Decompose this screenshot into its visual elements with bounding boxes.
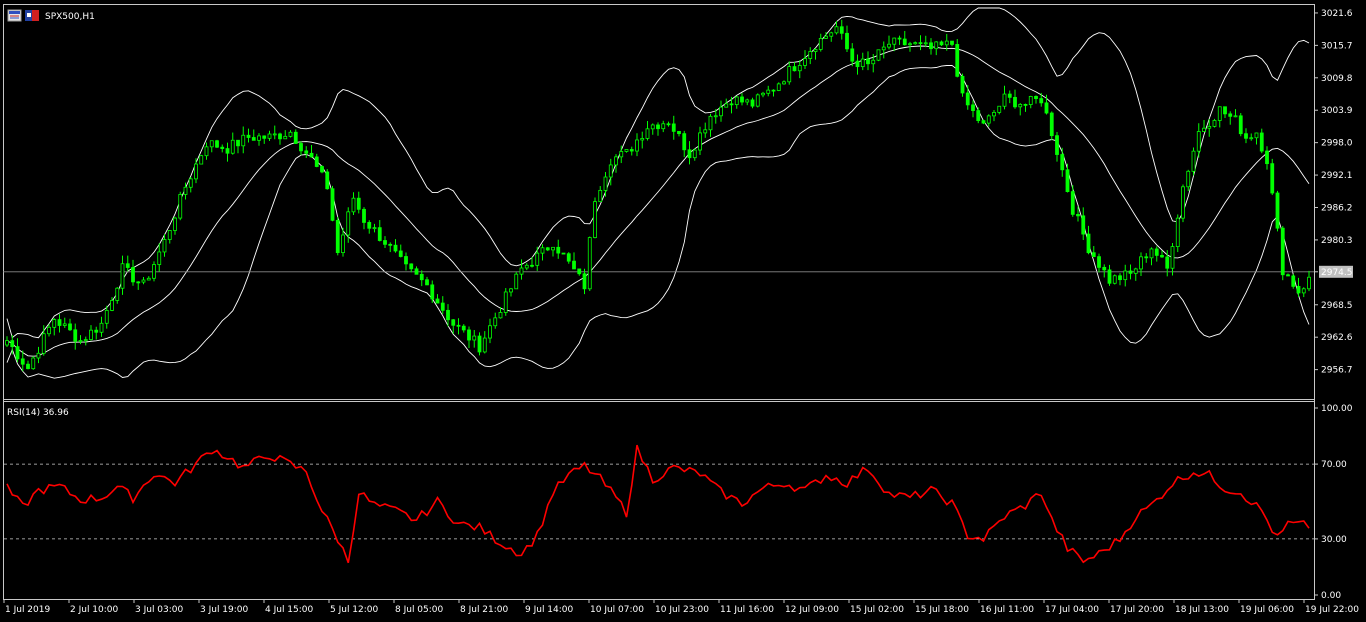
candle [199, 154, 204, 165]
price-tick-label: 2986.2 [1321, 203, 1353, 213]
price-tick-label: 2956.7 [1321, 366, 1353, 376]
candle [561, 252, 566, 255]
time-tick-label: 16 Jul 11:00 [980, 605, 1034, 615]
time-tick-label: 18 Jul 13:00 [1175, 605, 1229, 615]
price-tick-label: 3003.9 [1321, 106, 1353, 116]
time-tick-label: 4 Jul 15:00 [265, 605, 314, 615]
symbol-label: SPX500,H1 [45, 12, 95, 22]
price-tick-label: 2992.1 [1321, 171, 1353, 181]
candle [1049, 111, 1054, 141]
candle [960, 73, 965, 97]
time-tick-label: 17 Jul 20:00 [1110, 605, 1164, 615]
candle [325, 169, 330, 190]
candle [876, 49, 881, 62]
rsi-tick-label: 0.00 [1321, 591, 1341, 601]
price-tick-label: 2962.6 [1321, 333, 1353, 343]
time-tick-label: 19 Jul 06:00 [1240, 605, 1294, 615]
time-tick-label: 5 Jul 12:00 [330, 605, 379, 615]
time-tick-label: 10 Jul 23:00 [655, 605, 709, 615]
candle [503, 288, 508, 316]
candle [1270, 158, 1275, 196]
time-tick-label: 19 Jul 22:00 [1305, 605, 1359, 615]
symbol-flag-icon[interactable] [25, 10, 39, 21]
candle [1280, 225, 1285, 281]
time-tick-label: 15 Jul 18:00 [915, 605, 969, 615]
time-tick-label: 3 Jul 19:00 [200, 605, 249, 615]
candle [1291, 274, 1296, 289]
candle [335, 216, 340, 256]
candle [1212, 118, 1217, 128]
time-tick-label: 8 Jul 05:00 [395, 605, 444, 615]
trading-chart[interactable]: SPX500,H1 RSI(14) 36.96 3021.6 3015.7 3009… [0, 0, 1366, 622]
price-tick-label: 3015.7 [1321, 41, 1353, 51]
rsi-tick-label: 30.00 [1321, 535, 1347, 545]
candle [1275, 190, 1280, 232]
time-tick-label: 2 Jul 10:00 [70, 605, 119, 615]
price-tick-label: 2980.3 [1321, 236, 1353, 246]
time-tick-label: 12 Jul 09:00 [785, 605, 839, 615]
time-tick-label: 15 Jul 02:00 [850, 605, 904, 615]
candle [1238, 113, 1243, 137]
candle [776, 82, 781, 92]
candle [755, 93, 760, 108]
candle [587, 236, 592, 292]
time-tick-label: 17 Jul 04:00 [1045, 605, 1099, 615]
price-tick-label: 3021.6 [1321, 9, 1353, 19]
candle [320, 165, 324, 174]
candle [215, 139, 219, 148]
candle [152, 261, 156, 282]
price-tick-label: 2998.0 [1321, 139, 1353, 149]
candle [593, 197, 597, 239]
time-tick-label: 1 Jul 2019 [5, 605, 50, 615]
candle [31, 356, 36, 370]
candle [1191, 147, 1196, 176]
time-tick-label: 9 Jul 14:00 [525, 605, 574, 615]
chart-header: SPX500,H1 [7, 9, 95, 22]
candle [1175, 214, 1180, 253]
candle [1181, 184, 1185, 223]
price-tick-label: 2968.5 [1321, 301, 1353, 311]
candle [330, 185, 335, 222]
chart-window-icon[interactable] [7, 9, 22, 22]
rsi-title: RSI(14) 36.96 [7, 408, 69, 418]
candle [178, 191, 183, 221]
time-tick-label: 10 Jul 07:00 [590, 605, 644, 615]
rsi-tick-label: 100.00 [1321, 404, 1353, 414]
time-tick-label: 3 Jul 03:00 [135, 605, 184, 615]
candle [981, 119, 986, 125]
time-tick-label: 11 Jul 16:00 [720, 605, 774, 615]
candle [1112, 274, 1117, 285]
rsi-tick-label: 70.00 [1321, 460, 1347, 470]
time-tick-label: 8 Jul 21:00 [460, 605, 509, 615]
candle [514, 272, 519, 290]
candle [955, 38, 960, 78]
price-tick-label: 2974.5 [1321, 268, 1353, 278]
price-tick-label: 3009.8 [1321, 74, 1353, 84]
candle [477, 332, 482, 356]
